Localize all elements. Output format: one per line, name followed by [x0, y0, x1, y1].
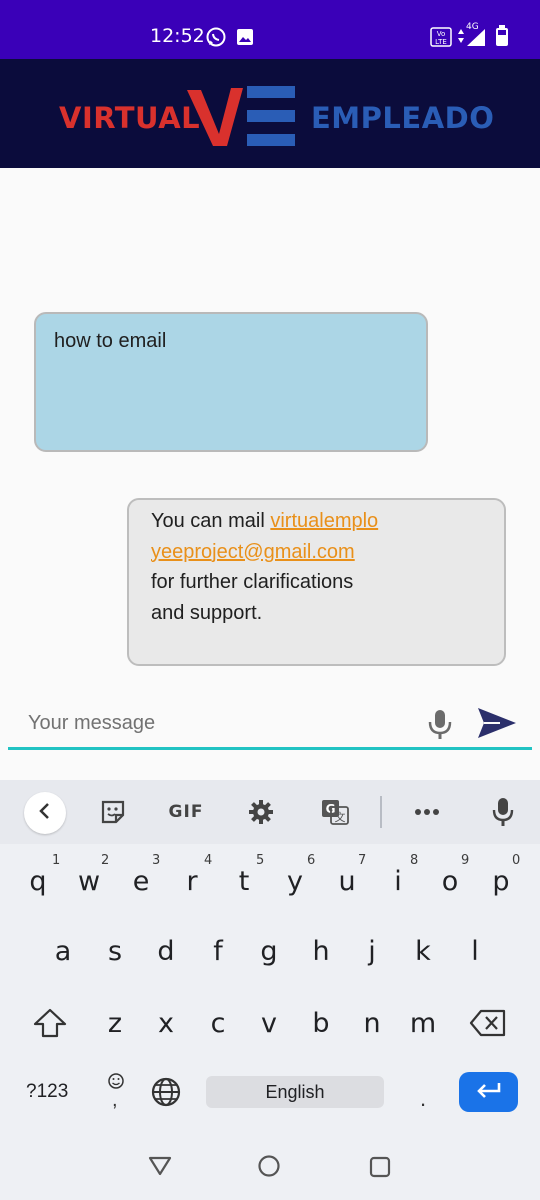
key-z[interactable]: z: [95, 1008, 135, 1039]
key-o[interactable]: o: [430, 866, 470, 897]
toolbar-divider: [380, 796, 382, 828]
symbols-key[interactable]: ?123: [26, 1081, 68, 1103]
key-y[interactable]: y: [275, 866, 315, 897]
message-composer: [8, 700, 532, 750]
bot-message-bubble: You can mail virtualemployeeproject@gmai…: [127, 498, 506, 666]
user-message-bubble: how to email: [34, 312, 428, 452]
whatsapp-icon: [205, 26, 227, 53]
key-q[interactable]: q: [18, 866, 58, 897]
key-v[interactable]: v: [249, 1008, 289, 1039]
status-time: 12:52: [150, 25, 205, 47]
translate-icon[interactable]: G文: [320, 780, 350, 844]
send-button-icon[interactable]: [476, 706, 518, 745]
soft-keyboard: GIF G文 1 q 2 w 3 e 4 r 5 t 6 y 7 u 8 i 9…: [0, 780, 540, 1200]
key-l[interactable]: l: [455, 936, 495, 967]
key-m[interactable]: m: [403, 1008, 443, 1039]
keyboard-back-button[interactable]: [24, 792, 66, 834]
comma-key[interactable]: ,: [112, 1089, 118, 1112]
enter-key[interactable]: [459, 1072, 518, 1112]
gif-button[interactable]: GIF: [163, 780, 209, 844]
key-p[interactable]: p: [481, 866, 521, 897]
battery-icon: [495, 25, 509, 52]
key-k[interactable]: k: [403, 936, 443, 967]
svg-text:Vo: Vo: [437, 30, 446, 38]
key-c[interactable]: c: [198, 1008, 238, 1039]
key-a[interactable]: a: [43, 936, 83, 967]
key-g[interactable]: g: [249, 936, 289, 967]
key-x[interactable]: x: [146, 1008, 186, 1039]
key-b[interactable]: b: [301, 1008, 341, 1039]
recents-square-icon[interactable]: [369, 1156, 391, 1183]
space-key[interactable]: English: [206, 1076, 384, 1108]
svg-text:LTE: LTE: [435, 38, 447, 46]
more-options-icon[interactable]: [410, 780, 444, 844]
svg-text:文: 文: [335, 810, 346, 824]
logo-text-virtual: VIRTUAL: [59, 101, 201, 135]
sticker-icon[interactable]: [96, 780, 130, 844]
key-t[interactable]: t: [224, 866, 264, 897]
key-f[interactable]: f: [198, 936, 238, 967]
key-i[interactable]: i: [378, 866, 418, 897]
voice-input-mic-icon[interactable]: [427, 708, 453, 745]
user-message-text: how to email: [54, 330, 167, 352]
volte-icon: Vo LTE: [430, 27, 452, 52]
backspace-key-icon[interactable]: [469, 1008, 507, 1043]
bot-message-suffix: for further clarifications and support.: [151, 571, 354, 624]
key-j[interactable]: j: [352, 936, 392, 967]
logo-text-empleado: EMPLEADO: [311, 101, 495, 135]
message-input[interactable]: [8, 700, 408, 746]
key-d[interactable]: d: [146, 936, 186, 967]
shift-key-icon[interactable]: [32, 1007, 68, 1044]
key-u[interactable]: u: [327, 866, 367, 897]
key-r[interactable]: r: [172, 866, 212, 897]
keyboard-mic-icon[interactable]: [488, 780, 518, 844]
logo-ve-mark: [185, 84, 297, 153]
key-w[interactable]: w: [69, 866, 109, 897]
signal-icon: [465, 27, 487, 52]
status-bar: 12:52 Vo LTE 4G: [0, 0, 540, 59]
keyboard-toolbar: GIF G文: [0, 780, 540, 844]
enter-arrow-icon: [475, 1080, 503, 1105]
home-circle-icon[interactable]: [258, 1155, 280, 1182]
settings-gear-icon[interactable]: [245, 780, 277, 844]
key-e[interactable]: e: [121, 866, 161, 897]
key-n[interactable]: n: [352, 1008, 392, 1039]
back-triangle-icon[interactable]: [148, 1156, 172, 1181]
key-h[interactable]: h: [301, 936, 341, 967]
image-icon: [236, 28, 254, 51]
chevron-left-icon: [37, 802, 53, 825]
bot-message-prefix: You can mail: [151, 510, 271, 532]
language-globe-icon[interactable]: [150, 1076, 182, 1113]
key-s[interactable]: s: [95, 936, 135, 967]
period-key[interactable]: .: [420, 1086, 426, 1112]
